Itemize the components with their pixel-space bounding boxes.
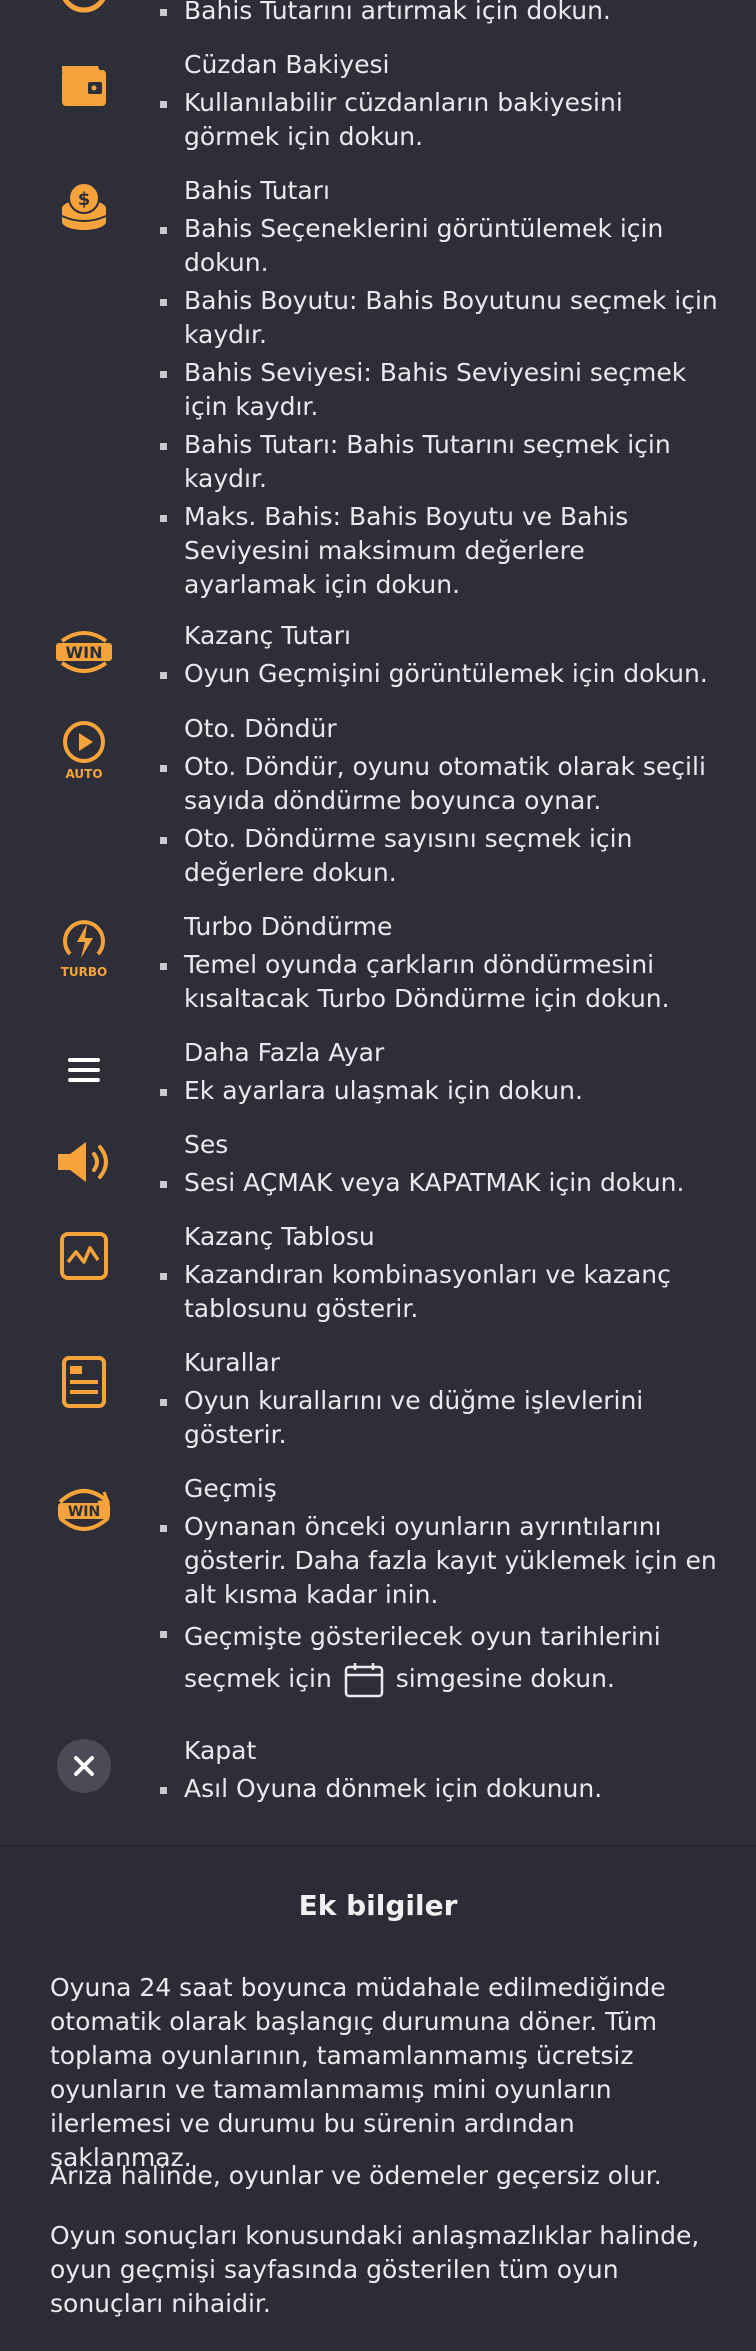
bullet-text: Oyun kurallarını ve düğme işlevlerini gö… [160,1384,724,1452]
help-title: Cüzdan Bakiyesi [184,50,390,79]
help-title: Kapat [184,1736,257,1765]
help-title: Geçmiş [184,1474,277,1503]
bullet-text-calendar: Geçmişte gösterilecek oyun tarihlerini s… [160,1616,724,1700]
turbo-icon: TURBO [52,916,116,980]
help-title: Daha Fazla Ayar [184,1038,385,1067]
bullet-text: Asıl Oyuna dönmek için dokunun. [160,1772,724,1806]
history-calendar-line1: Geçmişte gösterilecek oyun tarihlerini [184,1622,661,1651]
history-win-icon: WIN [52,1478,116,1542]
wallet-icon [52,52,116,116]
additional-info-paragraph: Arıza halinde, oyunlar ve ödemeler geçer… [50,2161,662,2190]
bullet-text: Bahis Tutarını artırmak için dokun. [160,0,724,28]
calendar-icon [344,1662,384,1698]
close-icon [57,1739,111,1793]
svg-text:AUTO: AUTO [65,767,102,781]
close-button-icon [52,1734,116,1798]
bullet-text: Bahis Tutarı: Bahis Tutarını seçmek için… [160,428,724,496]
bullet-text: Ek ayarlara ulaşmak için dokun. [160,1074,724,1108]
bullet-text: Temel oyunda çarkların döndürmesini kısa… [160,948,724,1016]
bullet-text: Oto. Döndürme sayısını seçmek için değer… [160,822,724,890]
history-calendar-before: seçmek için [184,1664,332,1693]
help-title: Kazanç Tablosu [184,1222,375,1251]
additional-info-paragraph: Oyun sonuçları konusundaki anlaşmazlıkla… [50,2221,700,2318]
help-title: Kazanç Tutarı [184,621,351,650]
bullet-text: Bahis Seviyesi: Bahis Seviyesini seçmek … [160,356,724,424]
svg-text:WIN: WIN [66,643,103,662]
svg-text:$: $ [78,189,91,210]
coin-plus-icon [52,0,116,20]
win-icon: WIN [52,619,116,683]
help-title: Oto. Döndür [184,714,337,743]
help-title: Turbo Döndürme [184,912,393,941]
bullet-text: Kullanılabilir cüzdanların bakiyesini gö… [160,86,724,154]
bullet-text: Oynanan önceki oyunların ayrıntılarını g… [160,1510,724,1612]
coin-stack-icon: $ [52,178,116,242]
additional-info-section: Ek bilgiler Oyuna 24 saat boyunca müdaha… [0,1847,756,2351]
bullet-text: Kazandıran kombinasyonları ve kazanç tab… [160,1258,724,1326]
bullet-text: Oto. Döndür, oyunu otomatik olarak seçil… [160,750,724,818]
additional-info-title: Ek bilgiler [298,1889,458,1922]
rules-icon [52,1350,116,1414]
history-calendar-after: simgesine dokun. [395,1664,615,1693]
svg-text:TURBO: TURBO [61,965,108,979]
bullet-text: Oyun Geçmişini görüntülemek için dokun. [160,657,724,691]
paytable-icon [52,1224,116,1288]
auto-spin-icon: AUTO [52,718,116,782]
additional-info-paragraph: Oyuna 24 saat boyunca müdahale edilmediğ… [50,1973,666,2172]
bullet-text: Bahis Boyutu: Bahis Boyutunu seçmek için… [160,284,724,352]
menu-icon [52,1038,116,1102]
svg-text:WIN: WIN [68,1504,100,1520]
help-title: Bahis Tutarı [184,176,330,205]
bullet-text: Bahis Seçeneklerini görüntülemek için do… [160,212,724,280]
help-list: Bahis Tutarını artırmak için dokun. Cüzd… [0,0,756,1845]
bullet-text: Maks. Bahis: Bahis Boyutu ve Bahis Seviy… [160,500,724,602]
help-title: Ses [184,1130,229,1159]
help-title: Kurallar [184,1348,281,1377]
speaker-icon [52,1130,116,1194]
bullet-text: Sesi AÇMAK veya KAPATMAK için dokun. [160,1166,724,1200]
